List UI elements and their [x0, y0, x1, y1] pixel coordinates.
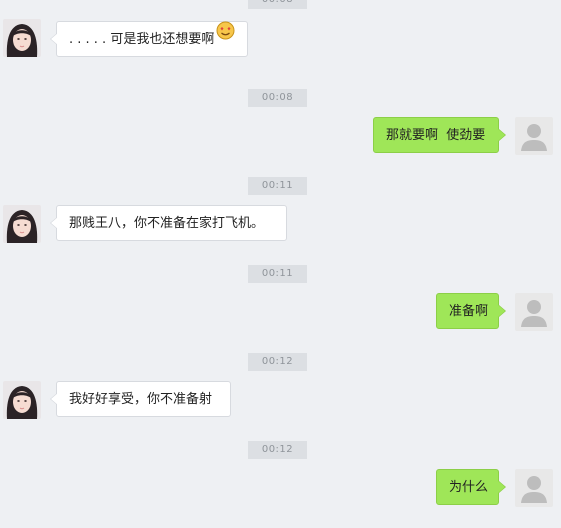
contact-avatar[interactable] [3, 381, 41, 419]
message-text: 准备啊 [449, 304, 489, 319]
user-avatar[interactable] [515, 469, 553, 507]
received-message-bubble[interactable]: 那贱王八，你不准备在家打飞机。 [50, 205, 287, 241]
default-user-icon [515, 293, 553, 331]
received-message-bubble[interactable]: 我好好享受，你不准备射 [50, 381, 231, 417]
user-avatar[interactable] [515, 117, 553, 155]
default-user-icon [515, 469, 553, 507]
message-timestamp: 00:11 [248, 177, 307, 195]
message-text: 那就要啊 使劲要 [386, 128, 486, 143]
message-timestamp: 00:08 [248, 89, 307, 107]
received-message-bubble[interactable]: . . . . . 可是我也还想要啊 [50, 19, 248, 57]
contact-avatar[interactable] [3, 205, 41, 243]
contact-photo-icon [3, 19, 41, 57]
contact-photo-icon [3, 205, 41, 243]
contact-avatar[interactable] [3, 19, 41, 57]
message-text: 我好好享受，你不准备射 [69, 392, 213, 407]
contact-photo-icon [3, 381, 41, 419]
sent-message-bubble[interactable]: 准备啊 [436, 293, 506, 329]
user-avatar[interactable] [515, 293, 553, 331]
message-text: . . . . . 可是我也还想要啊 [69, 32, 215, 47]
default-user-icon [515, 117, 553, 155]
message-timestamp: 00:08 [248, 0, 307, 9]
message-timestamp: 00:12 [248, 353, 307, 371]
sent-message-bubble[interactable]: 为什么 [436, 469, 506, 505]
message-timestamp: 00:11 [248, 265, 307, 283]
message-timestamp: 00:12 [248, 441, 307, 459]
smiling-face-with-heart-eyes-icon [216, 19, 235, 55]
message-text: 为什么 [449, 480, 489, 495]
sent-message-bubble[interactable]: 那就要啊 使劲要 [373, 117, 506, 153]
message-text: 那贱王八，你不准备在家打飞机。 [69, 216, 265, 231]
